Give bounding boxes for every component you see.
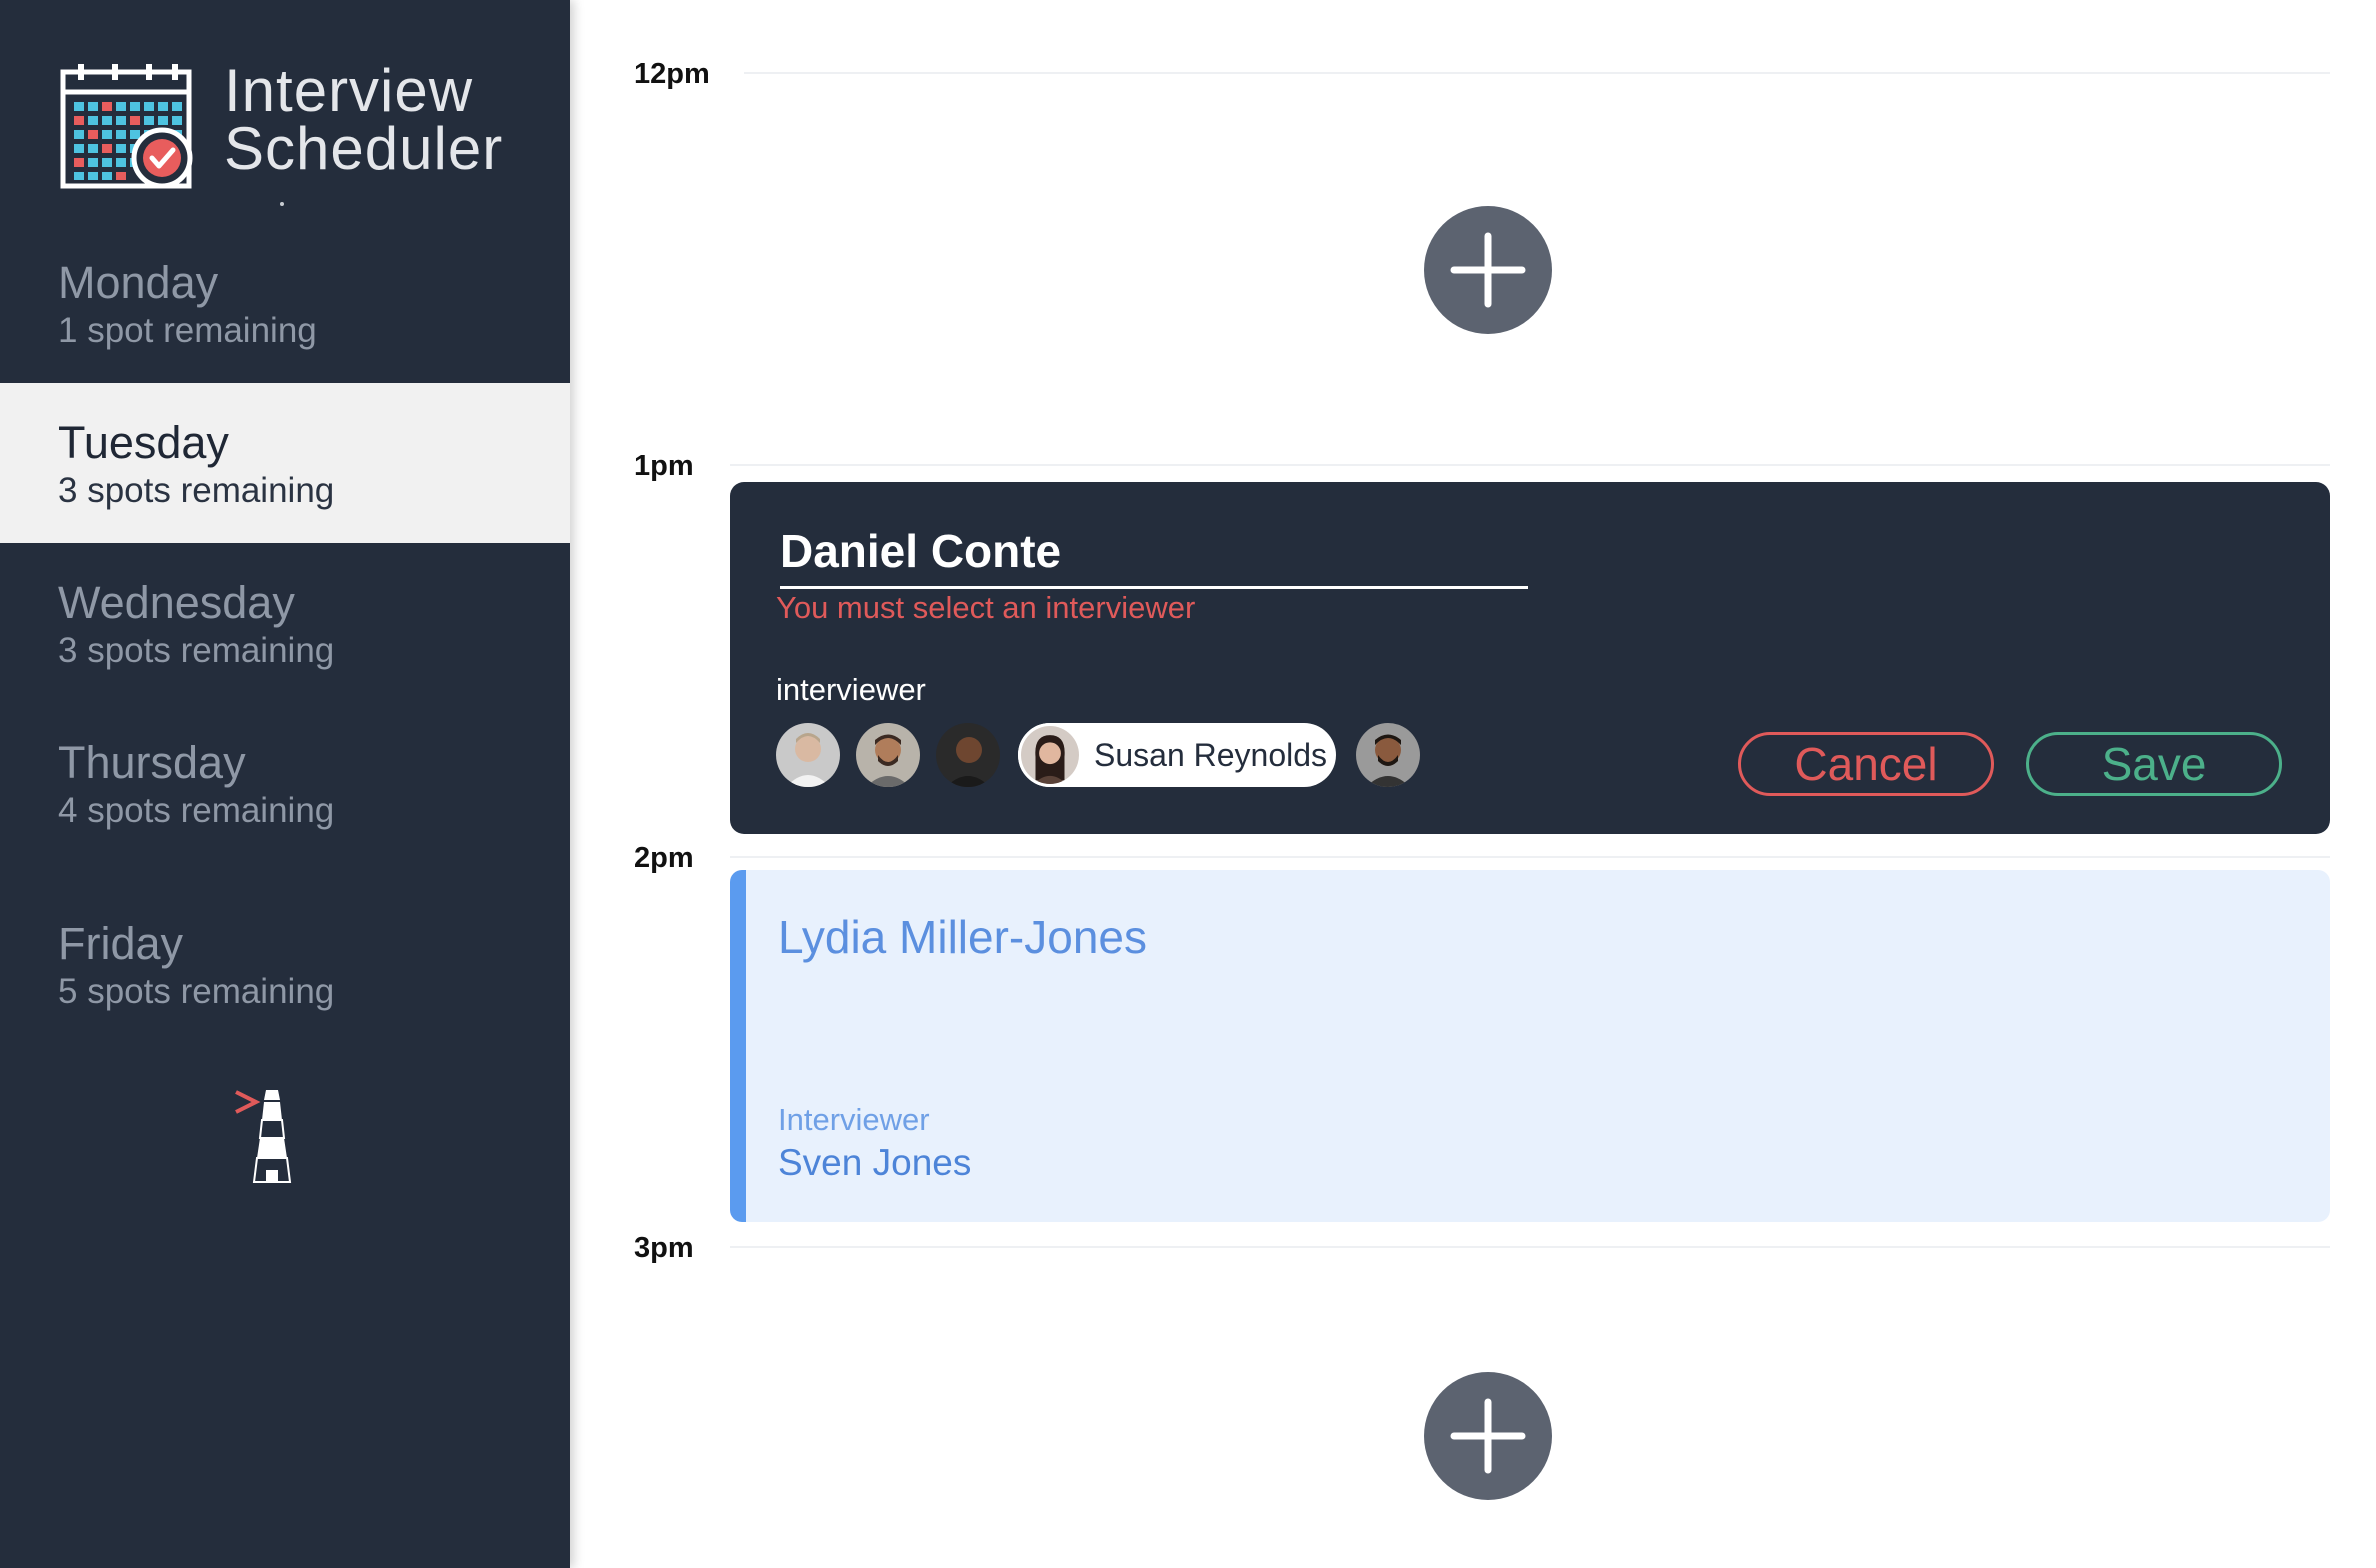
day-spots: 3 spots remaining	[58, 631, 335, 670]
day-item-friday[interactable]: Friday 5 spots remaining	[0, 884, 570, 1044]
interviewer-avatar	[1018, 723, 1082, 787]
day-name: Monday	[58, 257, 219, 308]
day-spots: 1 spot remaining	[58, 311, 317, 350]
person-avatar-icon	[1356, 723, 1420, 787]
appointment-interviewer-name: Sven Jones	[778, 1142, 972, 1183]
selected-interviewer-name: Susan Reynolds	[1094, 737, 1328, 773]
divider-dot	[280, 202, 284, 206]
appointment-card[interactable]: Lydia Miller-Jones Interviewer Sven Jone…	[730, 870, 2330, 1222]
time-label-2pm: 2pm	[634, 842, 694, 874]
day-item-monday[interactable]: Monday 1 spot remaining	[0, 223, 570, 383]
validation-error: You must select an interviewer	[776, 590, 1196, 625]
student-name-input[interactable]	[780, 522, 1528, 589]
plus-icon	[1450, 1398, 1526, 1474]
person-avatar-icon	[776, 723, 840, 787]
interviewer-avatar[interactable]	[776, 723, 840, 787]
day-name: Friday	[58, 918, 184, 969]
day-name: Tuesday	[58, 417, 229, 468]
interviewer-label: interviewer	[776, 672, 926, 707]
add-appointment-button[interactable]	[1424, 206, 1552, 334]
day-item-thursday[interactable]: Thursday 4 spots remaining	[0, 703, 570, 863]
appointment-student-name: Lydia Miller-Jones	[778, 911, 1147, 963]
interviewer-avatar[interactable]	[1356, 723, 1420, 787]
app-title-line2: Scheduler	[224, 115, 504, 182]
app-title: Interview Scheduler	[224, 57, 504, 182]
appointment-interviewer-label: Interviewer	[778, 1102, 930, 1137]
interviewer-avatar[interactable]	[856, 723, 920, 787]
calendar-check-icon	[60, 64, 193, 189]
cancel-button[interactable]: Cancel	[1738, 732, 1994, 796]
time-label-12pm: 12pm	[634, 58, 710, 90]
selected-interviewer-chip[interactable]: Susan Reynolds	[1018, 723, 1336, 787]
day-spots: 5 spots remaining	[58, 972, 335, 1011]
hour-divider	[730, 856, 2330, 858]
plus-icon	[1450, 232, 1526, 308]
day-item-tuesday[interactable]: Tuesday 3 spots remaining	[0, 383, 570, 543]
add-appointment-button[interactable]	[1424, 1372, 1552, 1500]
save-button[interactable]: Save	[2026, 732, 2282, 796]
time-label-1pm: 1pm	[634, 450, 694, 482]
day-item-wednesday[interactable]: Wednesday 3 spots remaining	[0, 543, 570, 703]
hour-divider	[744, 72, 2330, 74]
app-title-line1: Interview	[224, 57, 474, 124]
day-name: Thursday	[58, 737, 246, 788]
day-spots: 3 spots remaining	[58, 471, 335, 510]
appointment-form: You must select an interviewer interview…	[730, 482, 2330, 834]
person-avatar-icon	[856, 723, 920, 787]
hour-divider	[730, 464, 2330, 466]
hour-divider	[730, 1246, 2330, 1248]
person-avatar-icon	[936, 723, 1000, 787]
sidebar: Interview Scheduler Monday 1 spot remain…	[0, 0, 570, 1568]
lighthouse-icon	[235, 1090, 292, 1183]
day-name: Wednesday	[58, 577, 295, 628]
day-spots: 4 spots remaining	[58, 791, 335, 830]
time-label-3pm: 3pm	[634, 1232, 694, 1264]
interviewer-avatar[interactable]	[936, 723, 1000, 787]
person-avatar-icon	[1021, 726, 1079, 784]
